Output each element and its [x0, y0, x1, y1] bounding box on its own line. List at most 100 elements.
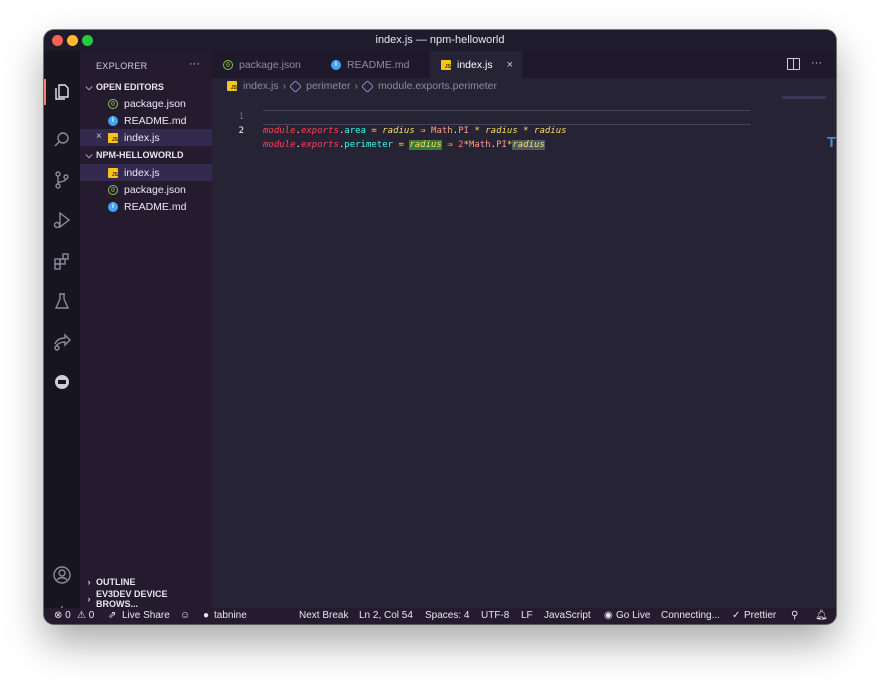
list-item-label: package.json [124, 183, 186, 196]
code-text[interactable]: module.exports.area = radius ⇒ Math.PI *… [263, 124, 567, 138]
live-share-button[interactable]: Live Share [122, 610, 170, 621]
code-token: radius [534, 126, 567, 136]
code-token: ⇒ [414, 126, 432, 136]
indentation-button[interactable]: Spaces: 4 [425, 610, 469, 621]
chevron-down-icon: ⌵ [85, 81, 93, 92]
code-token: exports [300, 140, 339, 150]
json-file-icon: {} [223, 59, 233, 70]
encoding-button[interactable]: UTF-8 [481, 610, 509, 621]
files-icon[interactable] [50, 80, 74, 104]
file-index-js[interactable]: JS index.js [80, 164, 212, 181]
errors-count[interactable]: ⊗ 0 [54, 610, 71, 621]
file-readme[interactable]: i README.md [80, 198, 212, 215]
activity-bar [44, 51, 80, 622]
chevron-right-icon: › [282, 80, 287, 92]
project-section[interactable]: ⌵ NPM-HELLOWORLD [80, 147, 212, 163]
code-line[interactable]: 2 module.exports.perimeter = radius ⇒ 2*… [212, 110, 836, 150]
code-token: radius [512, 140, 545, 150]
ev3dev-label: EV3DEV DEVICE BROWS... [96, 589, 168, 609]
editor-more-button[interactable]: ··· [811, 57, 822, 69]
tabnine-icon: ● [203, 610, 210, 621]
list-item-label: index.js [124, 131, 160, 144]
live-share-icon[interactable] [50, 330, 74, 354]
breadcrumb-file[interactable]: index.js [243, 80, 279, 92]
open-editors-section[interactable]: ⌵ OPEN EDITORS [80, 79, 212, 95]
extensions-icon[interactable] [50, 249, 74, 273]
explorer-more-button[interactable]: ··· [189, 58, 200, 70]
js-file-icon: JS [108, 132, 118, 143]
info-file-icon: i [108, 201, 118, 212]
tab-package-json[interactable]: {} package.json [212, 51, 316, 78]
close-icon[interactable]: × [507, 59, 513, 71]
code-editor[interactable]: 1 module.exports.area = radius ⇒ Math.PI… [212, 94, 836, 608]
list-item-label: README.md [124, 200, 187, 213]
js-file-icon: JS [227, 81, 237, 91]
tab-label: index.js [457, 58, 493, 71]
tweet-feedback-icon[interactable]: ⚲ [791, 610, 798, 621]
code-token: module [263, 140, 296, 150]
live-share-icon: ⇗ [108, 610, 117, 621]
outline-section[interactable]: › OUTLINE [80, 574, 212, 590]
open-editor-package-json[interactable]: {} package.json [80, 95, 212, 112]
code-token: exports [300, 126, 339, 136]
breadcrumb: JS index.js › perimeter › module.exports… [212, 78, 836, 94]
warnings-count[interactable]: ⚠ 0 [77, 610, 94, 621]
code-token: area [344, 126, 366, 136]
line-number: 2 [238, 126, 244, 136]
list-item-label: package.json [124, 97, 186, 110]
feedback-icon[interactable]: ☺ [180, 610, 190, 621]
cursor-position[interactable]: Ln 2, Col 54 [359, 610, 413, 621]
close-icon[interactable]: × [96, 131, 102, 142]
title-bar: index.js — npm-helloworld [44, 30, 836, 51]
breadcrumb-symbol[interactable]: perimeter [306, 80, 350, 92]
notifications-bell-icon[interactable]: 🔔︎ [815, 610, 828, 621]
open-editor-readme[interactable]: i README.md [80, 112, 212, 129]
run-debug-icon[interactable] [50, 208, 74, 232]
info-file-icon: i [108, 115, 118, 126]
connecting-status[interactable]: Connecting... [661, 610, 720, 621]
minimap[interactable] [782, 96, 826, 99]
code-token: PI [496, 140, 507, 150]
json-file-icon: {} [108, 98, 118, 109]
prettier-button[interactable]: Prettier [744, 610, 776, 621]
language-mode-button[interactable]: JavaScript [544, 610, 591, 621]
remote-icon[interactable] [50, 370, 74, 394]
json-file-icon: {} [108, 184, 118, 195]
split-editor-icon[interactable] [787, 58, 800, 70]
code-line[interactable]: 1 module.exports.area = radius ⇒ Math.PI… [212, 96, 836, 136]
chevron-down-icon: ⌵ [85, 149, 93, 160]
tabnine-button[interactable]: tabnine [214, 610, 247, 621]
tab-readme[interactable]: i README.md [320, 51, 426, 78]
eol-button[interactable]: LF [521, 610, 533, 621]
code-token: module [263, 126, 296, 136]
source-control-icon[interactable] [50, 168, 74, 192]
check-icon: ✓ [732, 610, 741, 621]
account-icon[interactable] [50, 563, 74, 587]
testing-icon[interactable] [50, 289, 74, 313]
ev3dev-section[interactable]: › EV3DEV DEVICE BROWS... [80, 589, 212, 609]
explorer-title: EXPLORER [96, 61, 148, 71]
search-icon[interactable] [50, 128, 74, 152]
project-label: NPM-HELLOWORLD [96, 150, 184, 160]
symbol-icon [289, 79, 302, 93]
file-package-json[interactable]: {} package.json [80, 181, 212, 198]
line-underline [263, 124, 750, 125]
code-token: radius [485, 126, 518, 136]
open-editor-index-js[interactable]: × JS index.js [80, 129, 212, 146]
code-text[interactable]: module.exports.perimeter = radius ⇒ 2*Ma… [263, 138, 545, 152]
code-token: radius [382, 126, 415, 136]
tab-index-js[interactable]: JS index.js × [430, 51, 522, 78]
outline-label: OUTLINE [96, 577, 136, 587]
info-file-icon: i [331, 59, 341, 70]
window-title: index.js — npm-helloworld [375, 34, 505, 46]
go-live-button[interactable]: Go Live [616, 610, 650, 621]
next-break-button[interactable]: Next Break [299, 610, 348, 621]
code-token: * [468, 126, 486, 136]
js-file-icon: JS [108, 167, 118, 178]
breadcrumb-symbol[interactable]: module.exports.perimeter [378, 80, 497, 92]
code-token: Math [431, 126, 453, 136]
chevron-right-icon: › [354, 80, 358, 92]
tab-label: package.json [239, 58, 301, 71]
active-indicator [44, 79, 46, 105]
broadcast-icon: ◉ [604, 610, 613, 621]
